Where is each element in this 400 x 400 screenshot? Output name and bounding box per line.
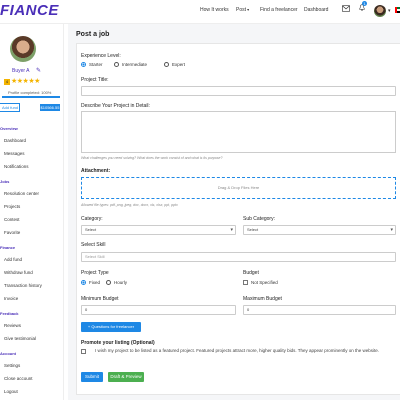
profile-name: Buyer A	[12, 68, 30, 74]
page-title: Post a job	[76, 31, 110, 38]
sidebar-item-notifications[interactable]: Notifications	[4, 164, 29, 169]
uae-flag-icon[interactable]	[395, 7, 400, 13]
submit-button[interactable]: Submit	[81, 372, 103, 382]
skill-label: Select Skill	[81, 242, 106, 248]
sidebar-item-settings[interactable]: Settings	[4, 363, 20, 368]
project-type-label: Project Type	[81, 270, 109, 276]
section-account: Account	[0, 351, 16, 356]
experience-expert-label: Expert	[172, 62, 186, 67]
project-title-label: Project Title:	[81, 77, 109, 83]
maximum-budget-label: Maximum Budget	[243, 296, 282, 302]
nav-post[interactable]: Post	[236, 7, 249, 13]
sub-category-label: Sub Category:	[243, 216, 275, 222]
project-type-fixed-radio[interactable]	[81, 280, 86, 285]
sidebar-item-transaction-history[interactable]: Transaction history	[4, 283, 42, 288]
sidebar-item-reviews[interactable]: Reviews	[4, 323, 21, 328]
experience-expert-radio[interactable]	[164, 62, 169, 67]
project-type-fixed-label: Fixed	[89, 280, 101, 285]
rating-badge: 4	[4, 79, 10, 85]
promote-label: Promote your listing (Optional)	[81, 340, 155, 346]
section-overview: Overview	[0, 126, 18, 131]
sidebar-item-messages[interactable]: Messages	[4, 151, 25, 156]
sidebar-item-dashboard[interactable]: Dashboard	[4, 138, 26, 143]
category-select[interactable]: Select	[81, 225, 236, 235]
file-dropzone[interactable]: Drag & Drop Files Here	[81, 177, 396, 199]
project-title-input[interactable]	[81, 86, 396, 96]
edit-profile-icon[interactable]: ✎	[36, 67, 41, 74]
nav-how-it-works[interactable]: How It works	[200, 7, 229, 13]
project-type-hourly-radio[interactable]	[106, 280, 111, 285]
avatar[interactable]	[374, 5, 386, 17]
featured-project-text: I wish my project to be listed as a feat…	[95, 348, 380, 353]
section-feedback: Feedback	[0, 311, 19, 316]
balance-badge: $10566.55	[40, 104, 60, 111]
experience-starter-label: Starter	[89, 62, 103, 67]
experience-intermediate-radio[interactable]	[114, 62, 119, 67]
experience-starter-radio[interactable]	[81, 62, 86, 67]
profile-completed-text: Profile completed: 100%	[8, 90, 52, 95]
section-jobs: Jobs	[0, 179, 10, 184]
chevron-down-icon[interactable]: ▾	[388, 8, 391, 14]
category-label: Category:	[81, 216, 103, 222]
notification-count-badge: 1	[362, 1, 367, 6]
attachment-hint: Allowed file types: pdf, png, jpeg, doc,…	[81, 203, 178, 207]
skill-select[interactable]: Select Skill	[81, 252, 396, 262]
sidebar-item-contest[interactable]: Contest	[4, 217, 20, 222]
sidebar-item-projects[interactable]: Projects	[4, 204, 20, 209]
logo[interactable]: FIANCE	[0, 2, 59, 19]
not-specified-checkbox[interactable]	[243, 280, 248, 285]
sidebar-item-give-testimonial[interactable]: Give testimonial	[4, 336, 36, 341]
attachment-label: Attachment:	[81, 168, 111, 174]
mail-icon[interactable]	[342, 5, 350, 12]
rating-stars: ★★★★★	[11, 78, 40, 85]
experience-intermediate-label: Intermediate	[122, 62, 148, 67]
top-header: FIANCE How It works Post Find a freelanc…	[0, 0, 400, 24]
sidebar-item-withdraw-fund[interactable]: Withdraw fund	[4, 270, 33, 275]
questions-for-freelancer-button[interactable]: + Questions for freelancer	[81, 322, 141, 332]
sidebar-item-resolution-center[interactable]: Resolution center	[4, 191, 39, 196]
sidebar-item-logout[interactable]: Logout	[4, 389, 18, 394]
section-finance: Finance	[0, 245, 16, 250]
description-label: Describe Your Project in Detail:	[81, 103, 150, 109]
profile-avatar	[10, 36, 36, 62]
sidebar-item-favorite[interactable]: Favorite	[4, 230, 20, 235]
description-textarea[interactable]	[81, 111, 396, 153]
sidebar-item-close-account[interactable]: Close account	[4, 376, 33, 381]
minimum-budget-label: Minimum Budget	[81, 296, 119, 302]
profile-progress-fill	[2, 96, 60, 98]
not-specified-label: Not Specified	[251, 280, 278, 285]
experience-label: Experience Level:	[81, 53, 121, 59]
maximum-budget-input[interactable]: 0	[243, 305, 396, 315]
nav-find-freelancer[interactable]: Find a freelancer	[260, 7, 298, 13]
sidebar-item-invoice[interactable]: Invoice	[4, 296, 18, 301]
minimum-budget-input[interactable]: 0	[81, 305, 236, 315]
nav-dashboard[interactable]: Dashboard	[304, 7, 328, 13]
profile-progress-bar	[2, 96, 60, 98]
description-hint: What challenges you need solving? What d…	[81, 156, 223, 160]
featured-project-checkbox[interactable]	[81, 349, 86, 354]
draft-preview-button[interactable]: Draft & Preview	[108, 372, 144, 382]
sidebar: Buyer A ✎ 4 ★★★★★ Profile completed: 100…	[0, 24, 64, 400]
budget-label: Budget	[243, 270, 259, 276]
sidebar-item-add-fund[interactable]: Add fund	[4, 257, 22, 262]
project-type-hourly-label: Hourly	[114, 280, 128, 285]
sub-category-select[interactable]: Select	[243, 225, 396, 235]
add-fund-button[interactable]: Add fund	[0, 103, 20, 112]
